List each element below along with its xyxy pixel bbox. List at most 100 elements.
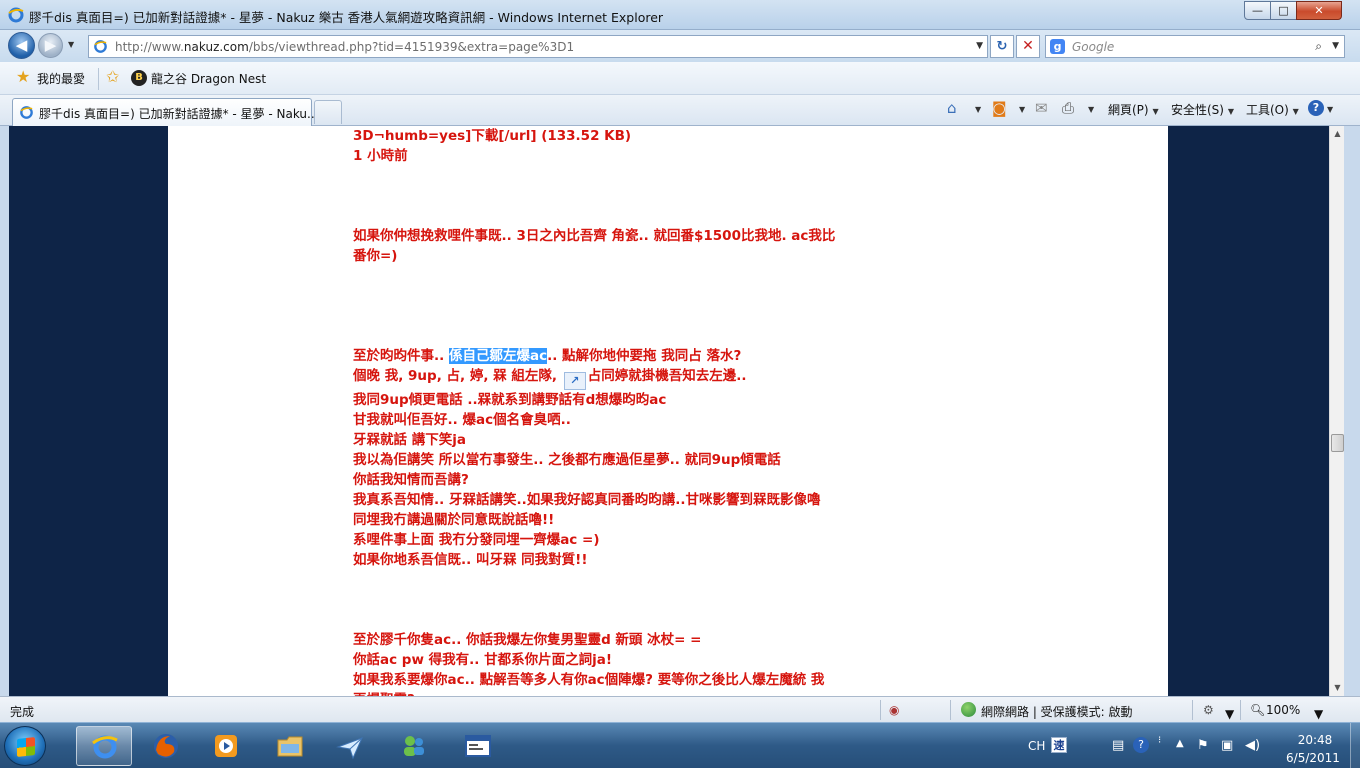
scroll-thumb[interactable] xyxy=(1331,434,1344,452)
network-icon[interactable]: ▣ xyxy=(1221,738,1233,753)
taskbar-airplane-app[interactable] xyxy=(322,726,378,766)
address-url[interactable]: http://www.nakuz.com/bbs/viewthread.php?… xyxy=(115,40,574,54)
start-button[interactable] xyxy=(4,726,46,766)
show-desktop-button[interactable] xyxy=(1350,723,1360,768)
tab-label: 膠千dis 真面目=) 已加新對話證據* - 星夢 - Naku... xyxy=(39,107,319,121)
recent-pages-dropdown[interactable]: ▼ xyxy=(68,40,78,50)
post-line: 至於昀昀件事.. 係自己鄒左爆ac.. 點解你地仲要拖 我同占 落水? xyxy=(353,346,913,366)
input-language-indicator[interactable]: CH xyxy=(1028,739,1045,753)
favorites-button[interactable]: 我的最愛 xyxy=(37,70,85,87)
divider xyxy=(880,700,881,720)
url-domain: nakuz.com xyxy=(183,40,249,54)
show-hidden-icons[interactable]: ▲ xyxy=(1176,738,1184,749)
taskbar-firefox[interactable] xyxy=(138,726,194,766)
forward-button[interactable]: ▶ xyxy=(38,33,63,58)
safety-menu-label: 安全性(S) xyxy=(1171,103,1224,117)
post-text: .. 點解你地仲要拖 我同占 落水? xyxy=(547,348,742,364)
help-icon[interactable]: ? xyxy=(1308,100,1324,116)
rss-feed-icon[interactable]: ◙ xyxy=(992,99,1007,117)
favorite-link-dragon-nest[interactable]: 龍之谷 Dragon Nest xyxy=(151,70,266,87)
search-input[interactable]: Google xyxy=(1072,40,1114,54)
new-tab-button[interactable] xyxy=(314,100,342,124)
maximize-button[interactable]: □ xyxy=(1270,1,1297,20)
taskbar-file-explorer[interactable] xyxy=(262,726,318,766)
ime-mode-indicator[interactable]: 速 xyxy=(1051,737,1067,753)
post-text: 你話我知情而吾講? xyxy=(353,472,469,488)
home-icon[interactable]: ⌂ xyxy=(947,99,957,117)
search-icon[interactable]: ⌕ xyxy=(1315,39,1322,54)
window-icon xyxy=(465,735,491,757)
post-text: 占同婷就掛機吾知去左邊.. xyxy=(587,368,747,384)
taskbar-window-app[interactable] xyxy=(450,726,506,766)
feeds-dropdown-icon[interactable]: ▼ xyxy=(1019,105,1025,114)
post-line: 我真系吾知情.. 牙槑話講笑..如果我好認真同番昀昀講..甘咪影響到槑既影像嚕 xyxy=(353,490,913,510)
back-button[interactable]: ◀ xyxy=(8,32,35,59)
scroll-down-icon[interactable]: ▼ xyxy=(1330,680,1345,696)
window-title: 膠千dis 真面目=) 已加新對話證據* - 星夢 - Nakuz 樂古 香港人… xyxy=(29,10,664,25)
minimize-button[interactable]: — xyxy=(1244,1,1271,20)
post-text: 1 小時前 xyxy=(353,148,408,164)
post-line: 你話ac pw 得我有.. 甘都系你片面之詞ja! xyxy=(353,650,913,670)
address-dropdown-icon[interactable]: ▼ xyxy=(976,41,983,51)
post-line: 同埋我冇講過關於同意既說話嚕!! xyxy=(353,510,913,530)
volume-icon[interactable]: ◀) xyxy=(1245,738,1260,753)
vertical-scrollbar[interactable]: ▲ ▼ xyxy=(1329,126,1344,696)
action-center-flag-icon[interactable]: ⚑ xyxy=(1197,738,1209,753)
favorites-bar: ★ 我的最愛 ✩ B 龍之谷 Dragon Nest xyxy=(0,62,1360,95)
search-box[interactable]: g Google ⌕ ▼ xyxy=(1045,35,1345,58)
taskbar-messenger[interactable] xyxy=(386,726,442,766)
taskbar-media-player[interactable] xyxy=(198,726,254,766)
zoom-level[interactable]: 100% xyxy=(1266,703,1300,717)
ime-pad-icon[interactable]: ▤ xyxy=(1112,738,1124,753)
clock-date[interactable]: 6/5/2011 xyxy=(1278,751,1348,765)
page-viewport: 3D¬humb=yes]下載[/url] (133.52 KB) 1 小時前 如果你… xyxy=(9,126,1329,696)
protected-mode-icon[interactable]: ⚙ xyxy=(1203,703,1214,717)
close-button[interactable]: ✕ xyxy=(1296,1,1342,20)
refresh-button[interactable]: ↻ xyxy=(990,35,1014,58)
safety-menu[interactable]: 安全性(S) ▼ xyxy=(1171,101,1234,118)
search-options-dropdown-icon[interactable]: ▼ xyxy=(1332,41,1339,51)
print-dropdown-icon[interactable]: ▼ xyxy=(1088,105,1094,114)
accelerator-icon[interactable]: ↗ xyxy=(563,372,586,390)
security-zone-text[interactable]: 網際網路 | 受保護模式: 啟動 xyxy=(981,703,1133,720)
taskbar-internet-explorer[interactable] xyxy=(76,726,132,766)
divider xyxy=(1192,700,1193,720)
mail-icon[interactable]: ✉ xyxy=(1035,99,1048,117)
clock-time[interactable]: 20:48 xyxy=(1290,733,1340,747)
scroll-up-icon[interactable]: ▲ xyxy=(1330,126,1345,142)
post-text: 如果你地系吾信既.. 叫牙槑 同我對質!! xyxy=(353,552,588,568)
help-dropdown-icon[interactable]: ▼ xyxy=(1327,105,1333,114)
privacy-icon[interactable]: ◉ xyxy=(889,703,899,717)
tools-menu[interactable]: 工具(O) ▼ xyxy=(1246,101,1299,118)
media-player-icon xyxy=(215,735,237,757)
window-frame-left xyxy=(0,126,9,696)
chevron-down-icon: ▼ xyxy=(1292,107,1299,116)
favorites-star-icon: ★ xyxy=(16,67,31,86)
tab-row: 膠千dis 真面目=) 已加新對話證據* - 星夢 - Naku... ⌂ ▼ … xyxy=(0,95,1360,126)
address-bar[interactable]: http://www.nakuz.com/bbs/viewthread.php?… xyxy=(88,35,988,58)
home-dropdown-icon[interactable]: ▼ xyxy=(975,105,981,114)
status-bar: 完成 ◉ 網際網路 | 受保護模式: 啟動 ⚙ ▼ 🔍︎ 100% ▼ xyxy=(0,696,1360,722)
post-line: 1 小時前 xyxy=(353,146,913,166)
post-line: 系哩件事上面 我冇分發同埋一齊爆ac =) xyxy=(353,530,913,550)
google-icon: g xyxy=(1050,39,1065,54)
ime-options-icon[interactable]: ⁝ xyxy=(1158,735,1161,746)
windows-taskbar: CH 速 ▤ ? ⁝ ▲ ⚑ ▣ ◀) 20:48 6/5/2011 xyxy=(0,722,1360,768)
forum-post-body: 3D¬humb=yes]下載[/url] (133.52 KB) 1 小時前 如果你… xyxy=(353,126,913,696)
zoom-dropdown-icon[interactable]: ▼ xyxy=(1314,707,1323,721)
stop-button[interactable]: ✕ xyxy=(1016,35,1040,58)
tab-active[interactable]: 膠千dis 真面目=) 已加新對話證據* - 星夢 - Naku... xyxy=(12,98,318,126)
print-icon[interactable]: ⎙ xyxy=(1062,99,1074,117)
zoom-icon[interactable]: 🔍︎ xyxy=(1250,703,1265,717)
page-menu[interactable]: 網頁(P) ▼ xyxy=(1108,101,1159,118)
ime-help-icon[interactable]: ? xyxy=(1133,737,1149,753)
url-path: /bbs/viewthread.php?tid=4151939&extra=pa… xyxy=(248,40,575,54)
chevron-down-icon[interactable]: ▼ xyxy=(1225,707,1234,721)
add-favorite-icon[interactable]: ✩ xyxy=(106,67,119,86)
post-text: 甘我就叫佢吾好.. 爆ac個名會臭哂.. xyxy=(353,412,571,428)
